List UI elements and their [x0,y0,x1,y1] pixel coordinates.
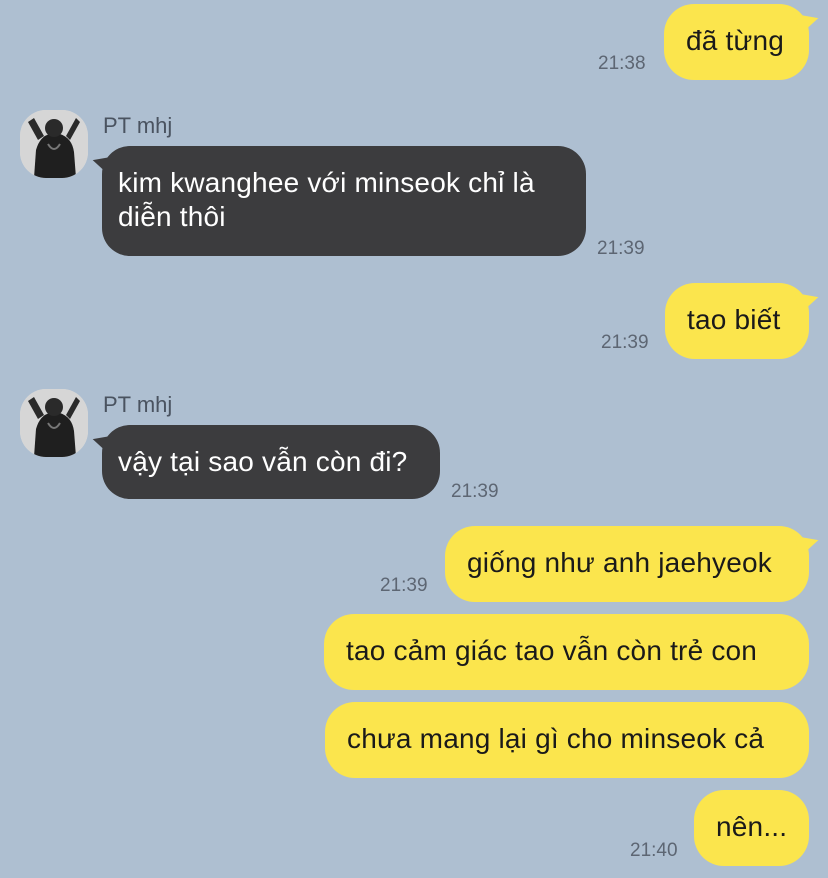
message-time: 21:39 [451,481,499,502]
profile-photo-icon [20,110,88,178]
message-text: giống như anh jaehyeok [467,547,772,578]
outgoing-message-bubble[interactable]: nên... [694,790,809,866]
incoming-message-bubble[interactable]: vậy tại sao vẫn còn đi? [102,425,440,499]
message-text: nên... [716,811,788,842]
message-time: 21:38 [598,53,646,74]
message-text-line: kim kwanghee với minseok chỉ là [118,167,535,198]
outgoing-message-bubble[interactable]: tao cảm giác tao vẫn còn trẻ con [324,614,809,690]
message-text: chưa mang lại gì cho minseok cả [347,723,765,754]
profile-photo-icon [20,389,88,457]
message-time: 21:40 [630,840,678,861]
contact-avatar[interactable] [20,110,88,178]
incoming-message-bubble[interactable]: kim kwanghee với minseok chỉ là diễn thô… [102,146,586,256]
sender-name: PT mhj [103,392,173,417]
message-time: 21:39 [380,575,428,596]
message-text: tao biết [687,304,781,335]
message-text: tao cảm giác tao vẫn còn trẻ con [346,635,758,666]
outgoing-message-bubble[interactable]: chưa mang lại gì cho minseok cả [325,702,809,778]
message-time: 21:39 [597,238,645,259]
outgoing-message-bubble[interactable]: đã từng [664,4,809,80]
message-time: 21:39 [601,332,649,353]
message-text: vậy tại sao vẫn còn đi? [118,446,408,477]
outgoing-message-bubble[interactable]: giống như anh jaehyeok [445,526,809,602]
sender-name: PT mhj [103,113,173,138]
message-text: đã từng [686,25,784,56]
message-text-line: diễn thôi [118,201,226,232]
contact-avatar[interactable] [20,389,88,457]
outgoing-message-bubble[interactable]: tao biết [665,283,809,359]
